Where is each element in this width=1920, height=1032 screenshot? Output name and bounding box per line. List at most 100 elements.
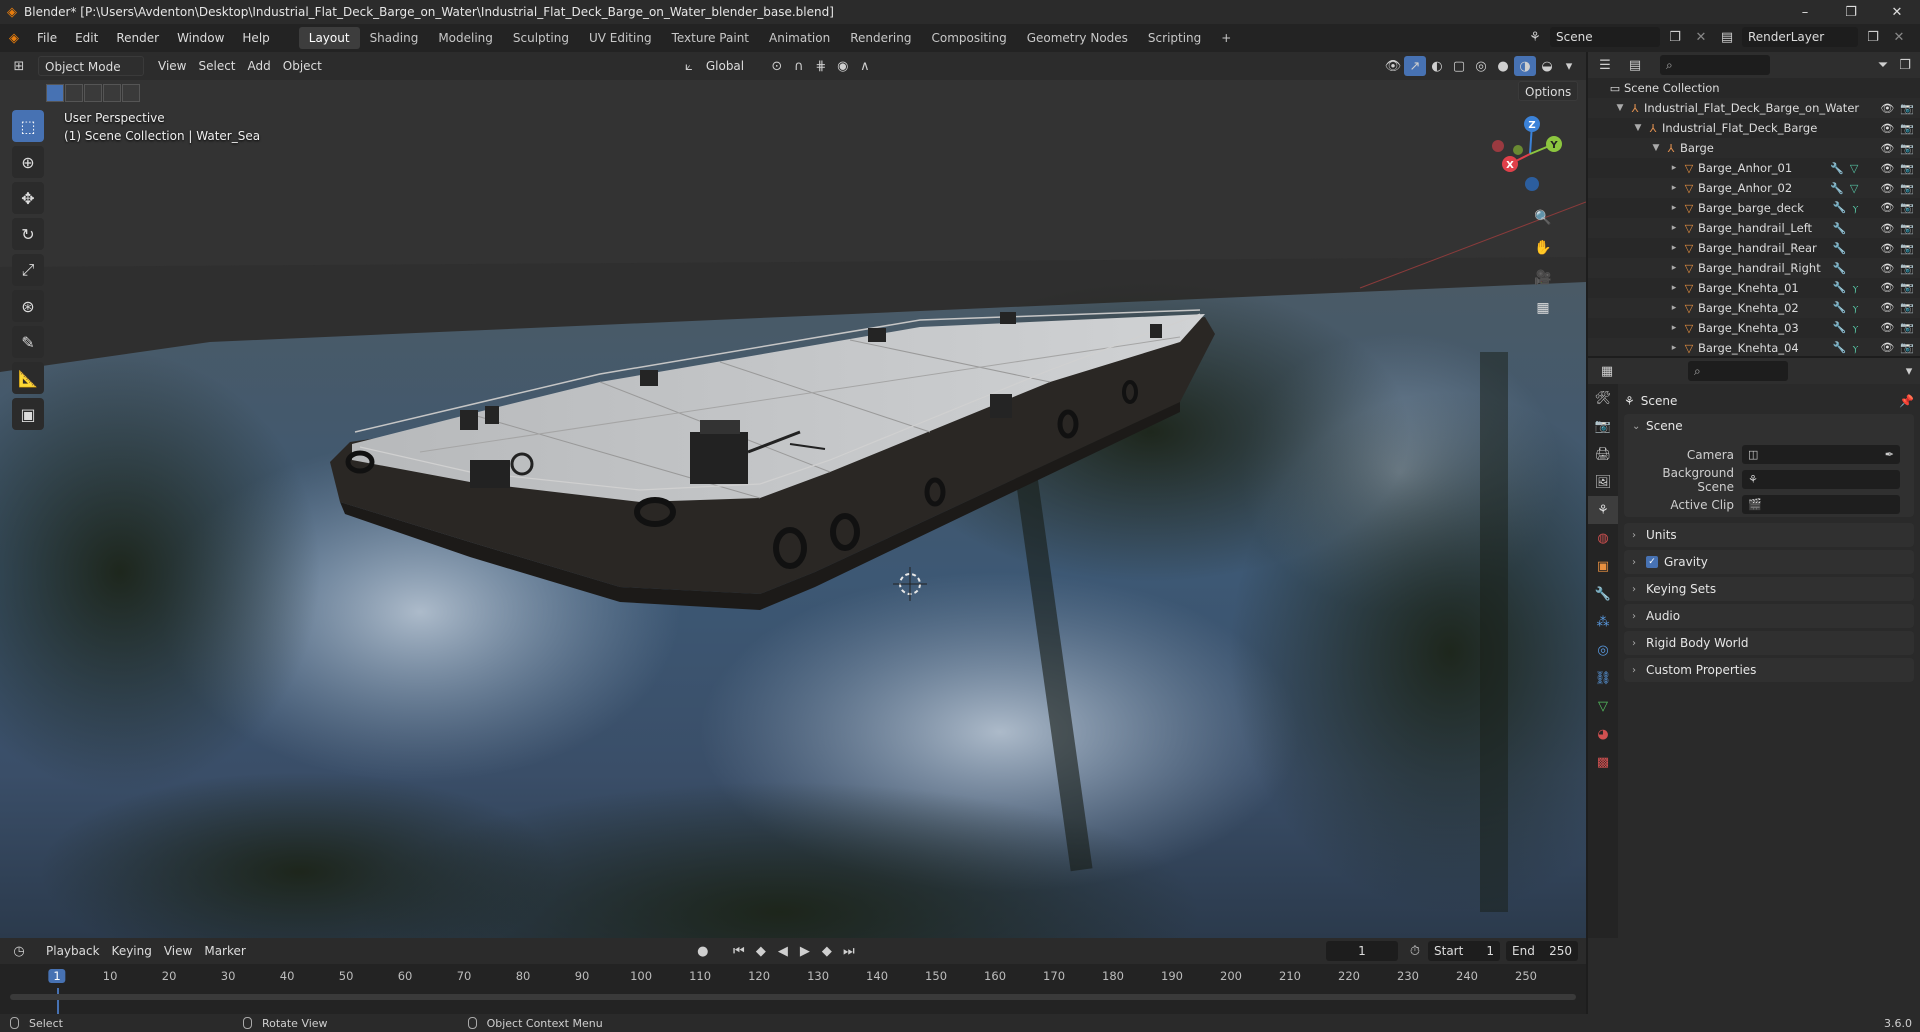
properties-options-icon[interactable]: ▾ — [1898, 361, 1920, 381]
expand-arrow-icon[interactable]: ▸ — [1668, 223, 1680, 233]
menu-keying[interactable]: Keying — [106, 941, 158, 961]
navigation-gizmo[interactable]: Z Y X 🔍 ✋ 🎥 ▦ — [1486, 112, 1566, 322]
eye-icon[interactable]: 👁 — [1880, 222, 1894, 235]
eyedropper-icon[interactable]: ✒ — [1885, 448, 1894, 461]
expand-arrow-icon[interactable]: ▸ — [1668, 343, 1680, 353]
camera-render-icon[interactable]: 📷 — [1900, 222, 1914, 235]
outliner-row[interactable]: ▸ ▽ Barge_Knehta_04 🔧 ⲩ 👁 📷 — [1588, 338, 1920, 356]
blender-menu-icon[interactable]: ◈ — [0, 28, 28, 48]
view-layer-icon[interactable]: ▤ — [1716, 27, 1738, 47]
falloff-icon[interactable]: ∧ — [854, 56, 876, 76]
properties-search-input[interactable]: ⌕ — [1688, 361, 1788, 381]
background-scene-field[interactable]: ⚘ — [1742, 470, 1900, 489]
view-layer-tab-icon[interactable]: 🖼 — [1588, 468, 1618, 496]
tab-layout[interactable]: Layout — [298, 27, 360, 49]
axis-gizmo[interactable]: Z Y X — [1486, 112, 1566, 192]
timeline-scrollbar[interactable] — [10, 994, 1576, 1000]
outliner-row[interactable]: ▸ ▽ Barge_barge_deck 🔧 ⲩ 👁 📷 — [1588, 198, 1920, 218]
active-clip-field[interactable]: 🎬 — [1742, 495, 1900, 514]
eye-icon[interactable]: 👁 — [1880, 182, 1894, 195]
outliner-row[interactable]: ▼ ⅄ Industrial_Flat_Deck_Barge 👁 📷 — [1588, 118, 1920, 138]
gizmo-toggle-icon[interactable]: ↗ — [1404, 56, 1426, 76]
material-tab-icon[interactable]: ◕ — [1588, 720, 1618, 748]
transform-tool-icon[interactable]: ⊛ — [12, 290, 44, 322]
move-tool-icon[interactable]: ✥ — [12, 182, 44, 214]
current-frame-field[interactable]: 1 — [1326, 941, 1398, 961]
delete-view-layer-icon[interactable]: ✕ — [1888, 27, 1910, 47]
modifier-wrench-icon[interactable]: 🔧 — [1833, 201, 1847, 215]
gravity-checkbox[interactable]: ✓ — [1646, 556, 1658, 568]
solid-shading-icon[interactable]: ● — [1492, 56, 1514, 76]
vertex-group-icon[interactable]: ⲩ — [1853, 301, 1859, 315]
units-panel-header[interactable]: › Units — [1624, 523, 1914, 547]
eye-icon[interactable]: 👁 — [1880, 262, 1894, 275]
scene-panel-header[interactable]: ⌄ Scene — [1624, 414, 1914, 438]
add-workspace-button[interactable]: + — [1211, 27, 1241, 49]
modifier-wrench-icon[interactable]: 🔧 — [1833, 222, 1847, 235]
expand-arrow-icon[interactable]: ▸ — [1668, 303, 1680, 313]
maximize-button[interactable]: ❐ — [1828, 0, 1874, 24]
tab-modeling[interactable]: Modeling — [428, 27, 503, 49]
pivot-point-icon[interactable]: ⊙ — [766, 56, 788, 76]
expand-arrow-icon[interactable]: ▸ — [1668, 243, 1680, 253]
camera-render-icon[interactable]: 📷 — [1900, 301, 1914, 315]
menu-help[interactable]: Help — [233, 27, 278, 49]
zoom-icon[interactable]: 🔍 — [1530, 205, 1556, 231]
mode-selector[interactable]: Object Mode — [38, 56, 144, 76]
vertex-group-icon[interactable]: ⲩ — [1853, 321, 1859, 335]
modifier-wrench-icon[interactable]: 🔧 — [1833, 301, 1847, 315]
outliner-row[interactable]: ▸ ▽ Barge_handrail_Left 🔧 👁 📷 — [1588, 218, 1920, 238]
tab-rendering[interactable]: Rendering — [840, 27, 921, 49]
audio-panel-header[interactable]: › Audio — [1624, 604, 1914, 628]
modifier-wrench-icon[interactable]: 🔧 — [1830, 182, 1844, 195]
delete-scene-icon[interactable]: ✕ — [1690, 27, 1712, 47]
expand-arrow-icon[interactable]: ▼ — [1614, 103, 1626, 113]
outliner-row[interactable]: ▸ ▽ Barge_handrail_Rear 🔧 👁 📷 — [1588, 238, 1920, 258]
minimize-button[interactable]: – — [1782, 0, 1828, 24]
visibility-icon[interactable]: 👁 — [1382, 56, 1404, 76]
modifier-wrench-icon[interactable]: 🔧 — [1833, 321, 1847, 335]
play-reverse-icon[interactable]: ◀ — [772, 941, 794, 961]
outliner-search-input[interactable]: ⌕ — [1660, 55, 1770, 75]
snap-target-icon[interactable]: ⋕ — [810, 56, 832, 76]
gravity-panel-header[interactable]: › ✓ Gravity — [1624, 550, 1914, 574]
close-button[interactable]: ✕ — [1874, 0, 1920, 24]
expand-arrow-icon[interactable]: ▸ — [1668, 183, 1680, 193]
menu-add[interactable]: Add — [242, 56, 277, 76]
frame-ruler[interactable]: 1 10 20 30 40 50 60 70 80 90 100 110 120 130 140 150 160… — [0, 964, 1586, 988]
menu-playback[interactable]: Playback — [40, 941, 106, 961]
shading-options-icon[interactable]: ▾ — [1558, 56, 1580, 76]
outliner-row[interactable]: ▸ ▽ Barge_Anhor_02 🔧 ▽ 👁 📷 — [1588, 178, 1920, 198]
camera-render-icon[interactable]: 📷 — [1900, 262, 1914, 275]
scene-tab-icon[interactable]: ⚘ — [1588, 496, 1618, 524]
scene-icon[interactable]: ⚘ — [1524, 27, 1546, 47]
new-collection-icon[interactable]: ❐ — [1894, 55, 1916, 75]
transform-orientation-selector[interactable]: Global — [700, 56, 766, 76]
editor-type-icon[interactable]: ⊞ — [8, 56, 30, 76]
world-tab-icon[interactable]: ◍ — [1588, 524, 1618, 552]
view-layer-selector[interactable]: RenderLayer — [1742, 27, 1858, 47]
camera-render-icon[interactable]: 📷 — [1900, 201, 1914, 215]
select-invert-icon[interactable] — [103, 84, 121, 102]
outliner-row[interactable]: ▼ ⅄ Industrial_Flat_Deck_Barge_on_Water … — [1588, 98, 1920, 118]
particles-tab-icon[interactable]: ⁂ — [1588, 608, 1618, 636]
physics-tab-icon[interactable]: ◎ — [1588, 636, 1618, 664]
outliner-row[interactable]: ▸ ▽ Barge_Anhor_01 🔧 ▽ 👁 📷 — [1588, 158, 1920, 178]
menu-timeline-view[interactable]: View — [158, 941, 198, 961]
wireframe-shading-icon[interactable]: ◎ — [1470, 56, 1492, 76]
add-cube-tool-icon[interactable]: ▣ — [12, 398, 44, 430]
pin-icon[interactable]: 📌 — [1899, 394, 1914, 408]
tab-compositing[interactable]: Compositing — [921, 27, 1016, 49]
menu-marker[interactable]: Marker — [198, 941, 251, 961]
outliner-editor-type-icon[interactable]: ☰ — [1594, 55, 1616, 75]
outliner-row[interactable]: ▸ ▽ Barge_Knehta_03 🔧 ⲩ 👁 📷 — [1588, 318, 1920, 338]
expand-arrow-icon[interactable]: ▸ — [1668, 163, 1680, 173]
scale-tool-icon[interactable]: ⤢ — [12, 254, 44, 286]
measure-tool-icon[interactable]: 📐 — [12, 362, 44, 394]
eye-icon[interactable]: 👁 — [1880, 142, 1894, 155]
outliner-row-scene-collection[interactable]: ▭ Scene Collection — [1588, 78, 1920, 98]
tool-tab-icon[interactable]: 🛠 — [1588, 384, 1618, 412]
jump-start-icon[interactable]: ⏮ — [728, 941, 750, 961]
eye-icon[interactable]: 👁 — [1880, 162, 1894, 175]
keying-sets-panel-header[interactable]: › Keying Sets — [1624, 577, 1914, 601]
